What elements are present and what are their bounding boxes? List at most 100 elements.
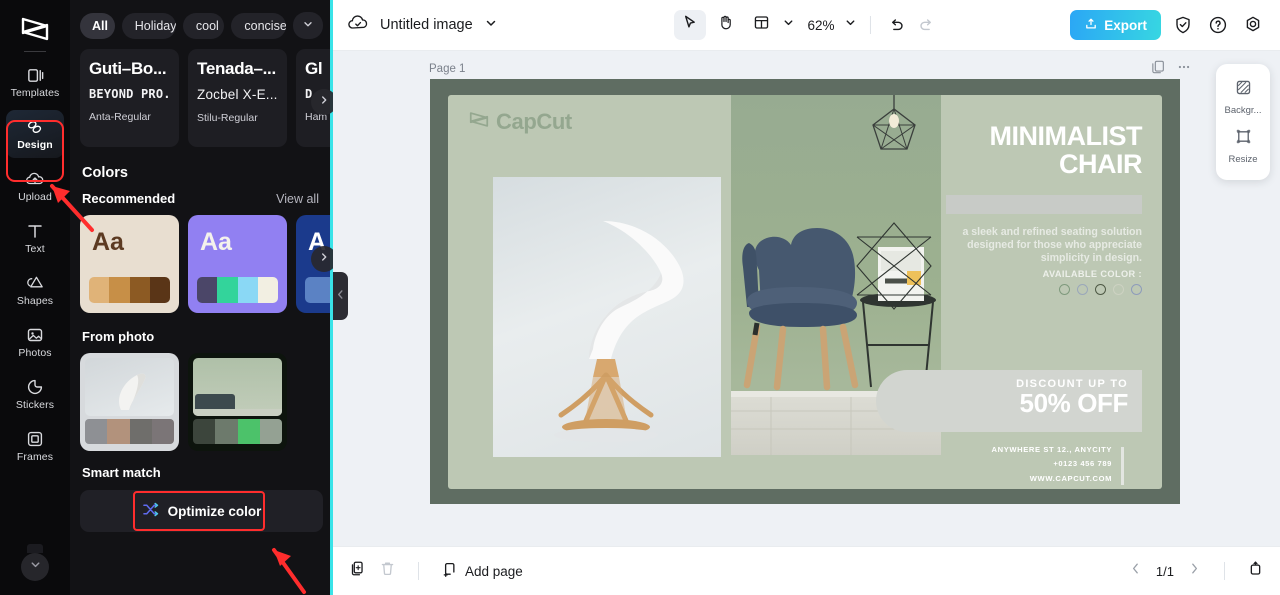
duplicate-icon[interactable]	[349, 560, 366, 582]
font-card-line1: Tenada–...	[197, 59, 276, 78]
question-circle-icon[interactable]	[1205, 12, 1231, 38]
present-button[interactable]	[1247, 560, 1264, 582]
chips-expand-button[interactable]	[293, 12, 323, 39]
font-card-line1: Gl	[305, 59, 323, 78]
capcut-mark-icon	[468, 110, 490, 134]
next-page-button[interactable]	[1187, 561, 1202, 581]
rail-expand-button[interactable]	[21, 553, 49, 581]
from-photo-palette-strip	[85, 419, 174, 444]
layout-grid-icon	[753, 14, 770, 36]
upload-cloud-icon	[25, 169, 45, 189]
export-button[interactable]: Export	[1070, 10, 1161, 40]
font-card[interactable]: Guti–Bo... BEYOND PRO... Anta-Regular	[80, 49, 179, 147]
bottom-divider	[418, 562, 419, 580]
shield-check-icon[interactable]	[1170, 12, 1196, 38]
font-card-line3: Stilu-Regular	[197, 112, 258, 124]
shapes-icon	[25, 273, 45, 293]
chip-concise[interactable]: concise	[231, 12, 286, 39]
undo-button[interactable]	[884, 12, 910, 38]
sidebar-item-upload[interactable]: Upload	[6, 162, 64, 210]
from-photo-card[interactable]	[80, 353, 179, 451]
poster-contact-block: ANYWHERE ST 12., ANYCITY +0123 456 789 W…	[888, 443, 1126, 486]
layout-tool-button[interactable]	[745, 10, 777, 40]
poster-website: WWW.CAPCUT.COM	[1029, 473, 1112, 483]
background-icon	[1235, 79, 1252, 101]
document-title[interactable]: Untitled image	[380, 17, 473, 33]
sidebar-item-label: Design	[17, 139, 53, 152]
poster-discount-big: 50% OFF	[1019, 388, 1129, 418]
sidebar-item-label: Photos	[18, 347, 52, 360]
colors-carousel-next-button[interactable]	[311, 246, 333, 272]
cloud-saved-icon[interactable]	[347, 13, 369, 38]
from-photo-card[interactable]	[188, 353, 287, 451]
upload-box-icon	[1084, 17, 1098, 34]
background-label: Backgr...	[1224, 105, 1262, 116]
panel-collapse-handle[interactable]	[333, 272, 348, 320]
background-button[interactable]: Backgr...	[1216, 73, 1270, 122]
font-card[interactable]: Tenada–... Zocbel X-E... Stilu-Regular	[188, 49, 287, 147]
gear-icon[interactable]	[1240, 12, 1266, 38]
rail-more-tab	[27, 544, 43, 553]
add-page-label: Add page	[465, 563, 523, 579]
font-carousel-next-button[interactable]	[311, 89, 333, 115]
sidebar-item-label: Shapes	[16, 295, 54, 308]
from-photo-thumbnail	[85, 358, 174, 416]
resize-icon	[1235, 128, 1252, 150]
from-photo-row	[70, 344, 333, 451]
rail-divider	[24, 51, 46, 52]
sidebar-item-photos[interactable]: Photos	[6, 318, 64, 366]
templates-icon	[25, 65, 45, 85]
trash-icon[interactable]	[379, 560, 396, 582]
text-icon	[25, 221, 45, 241]
resize-label: Resize	[1228, 154, 1258, 165]
toolbar-left-group: Untitled image	[347, 13, 498, 38]
swatch-sample-text: Aa	[200, 228, 232, 256]
more-dots-icon[interactable]	[1176, 59, 1192, 80]
poster-white-chair-image[interactable]	[493, 177, 721, 457]
sidebar-item-stickers[interactable]: Stickers	[6, 370, 64, 418]
poster-available-color-label: AVAILABLE COLOR :	[1042, 269, 1142, 280]
select-tool-button[interactable]	[673, 10, 706, 40]
page-indicator: 1/1	[1155, 563, 1174, 579]
prev-page-button[interactable]	[1128, 561, 1143, 581]
redo-button[interactable]	[914, 12, 940, 38]
sidebar-item-frames[interactable]: Frames	[6, 422, 64, 470]
sidebar-item-label: Text	[25, 243, 45, 256]
color-swatch-card[interactable]: Aa	[188, 215, 287, 313]
title-dropdown-caret-icon[interactable]	[484, 16, 498, 35]
recommended-swatch-row: Aa Aa A	[70, 206, 333, 313]
cursor-arrow-icon	[681, 14, 698, 36]
toolbar-center-group: 62%	[673, 10, 939, 40]
recommended-title: Recommended	[82, 191, 176, 206]
chevron-right-icon	[318, 250, 330, 268]
chip-cool[interactable]: cool	[182, 12, 225, 39]
sidebar-item-text[interactable]: Text	[6, 214, 64, 262]
add-page-button[interactable]: Add page	[441, 561, 523, 581]
poster-design[interactable]: CapCut MINIMALIST CHAIR a sleek and refi…	[430, 79, 1180, 504]
design-panel: All Holiday cool concise Guti–Bo... BEYO…	[70, 0, 333, 595]
capcut-logo-icon[interactable]	[18, 14, 52, 44]
chip-holiday[interactable]: Holiday	[121, 12, 176, 39]
resize-button[interactable]: Resize	[1216, 122, 1270, 171]
canvas-area[interactable]: Page 1 CapCut MINIMALIST CHAIR a sleek a…	[333, 51, 1280, 546]
view-all-link[interactable]: View all	[276, 192, 319, 206]
from-photo-title: From photo	[82, 329, 155, 344]
hand-tool-button[interactable]	[709, 10, 741, 40]
color-swatch-card[interactable]: Aa	[80, 215, 179, 313]
add-page-icon	[441, 561, 458, 581]
sidebar-item-templates[interactable]: Templates	[6, 58, 64, 106]
layout-dropdown-caret-icon[interactable]	[781, 16, 794, 34]
toolbar-divider	[869, 16, 871, 34]
poster-phone: +0123 456 789	[1053, 459, 1112, 469]
capcut-editor-window: Templates Design Upload Text Shapes Phot…	[0, 0, 1280, 595]
sidebar-item-shapes[interactable]: Shapes	[6, 266, 64, 314]
colors-section-title: Colors	[82, 165, 128, 181]
sidebar-item-design[interactable]: Design	[6, 110, 64, 158]
chip-all[interactable]: All	[80, 12, 115, 39]
sidebar-item-label: Templates	[10, 87, 60, 100]
optimize-color-button[interactable]: Optimize color	[80, 490, 323, 532]
duplicate-page-icon[interactable]	[1150, 59, 1166, 80]
photos-icon	[25, 325, 45, 345]
zoom-dropdown-caret-icon[interactable]	[844, 16, 857, 34]
zoom-level-value[interactable]: 62%	[807, 18, 834, 33]
